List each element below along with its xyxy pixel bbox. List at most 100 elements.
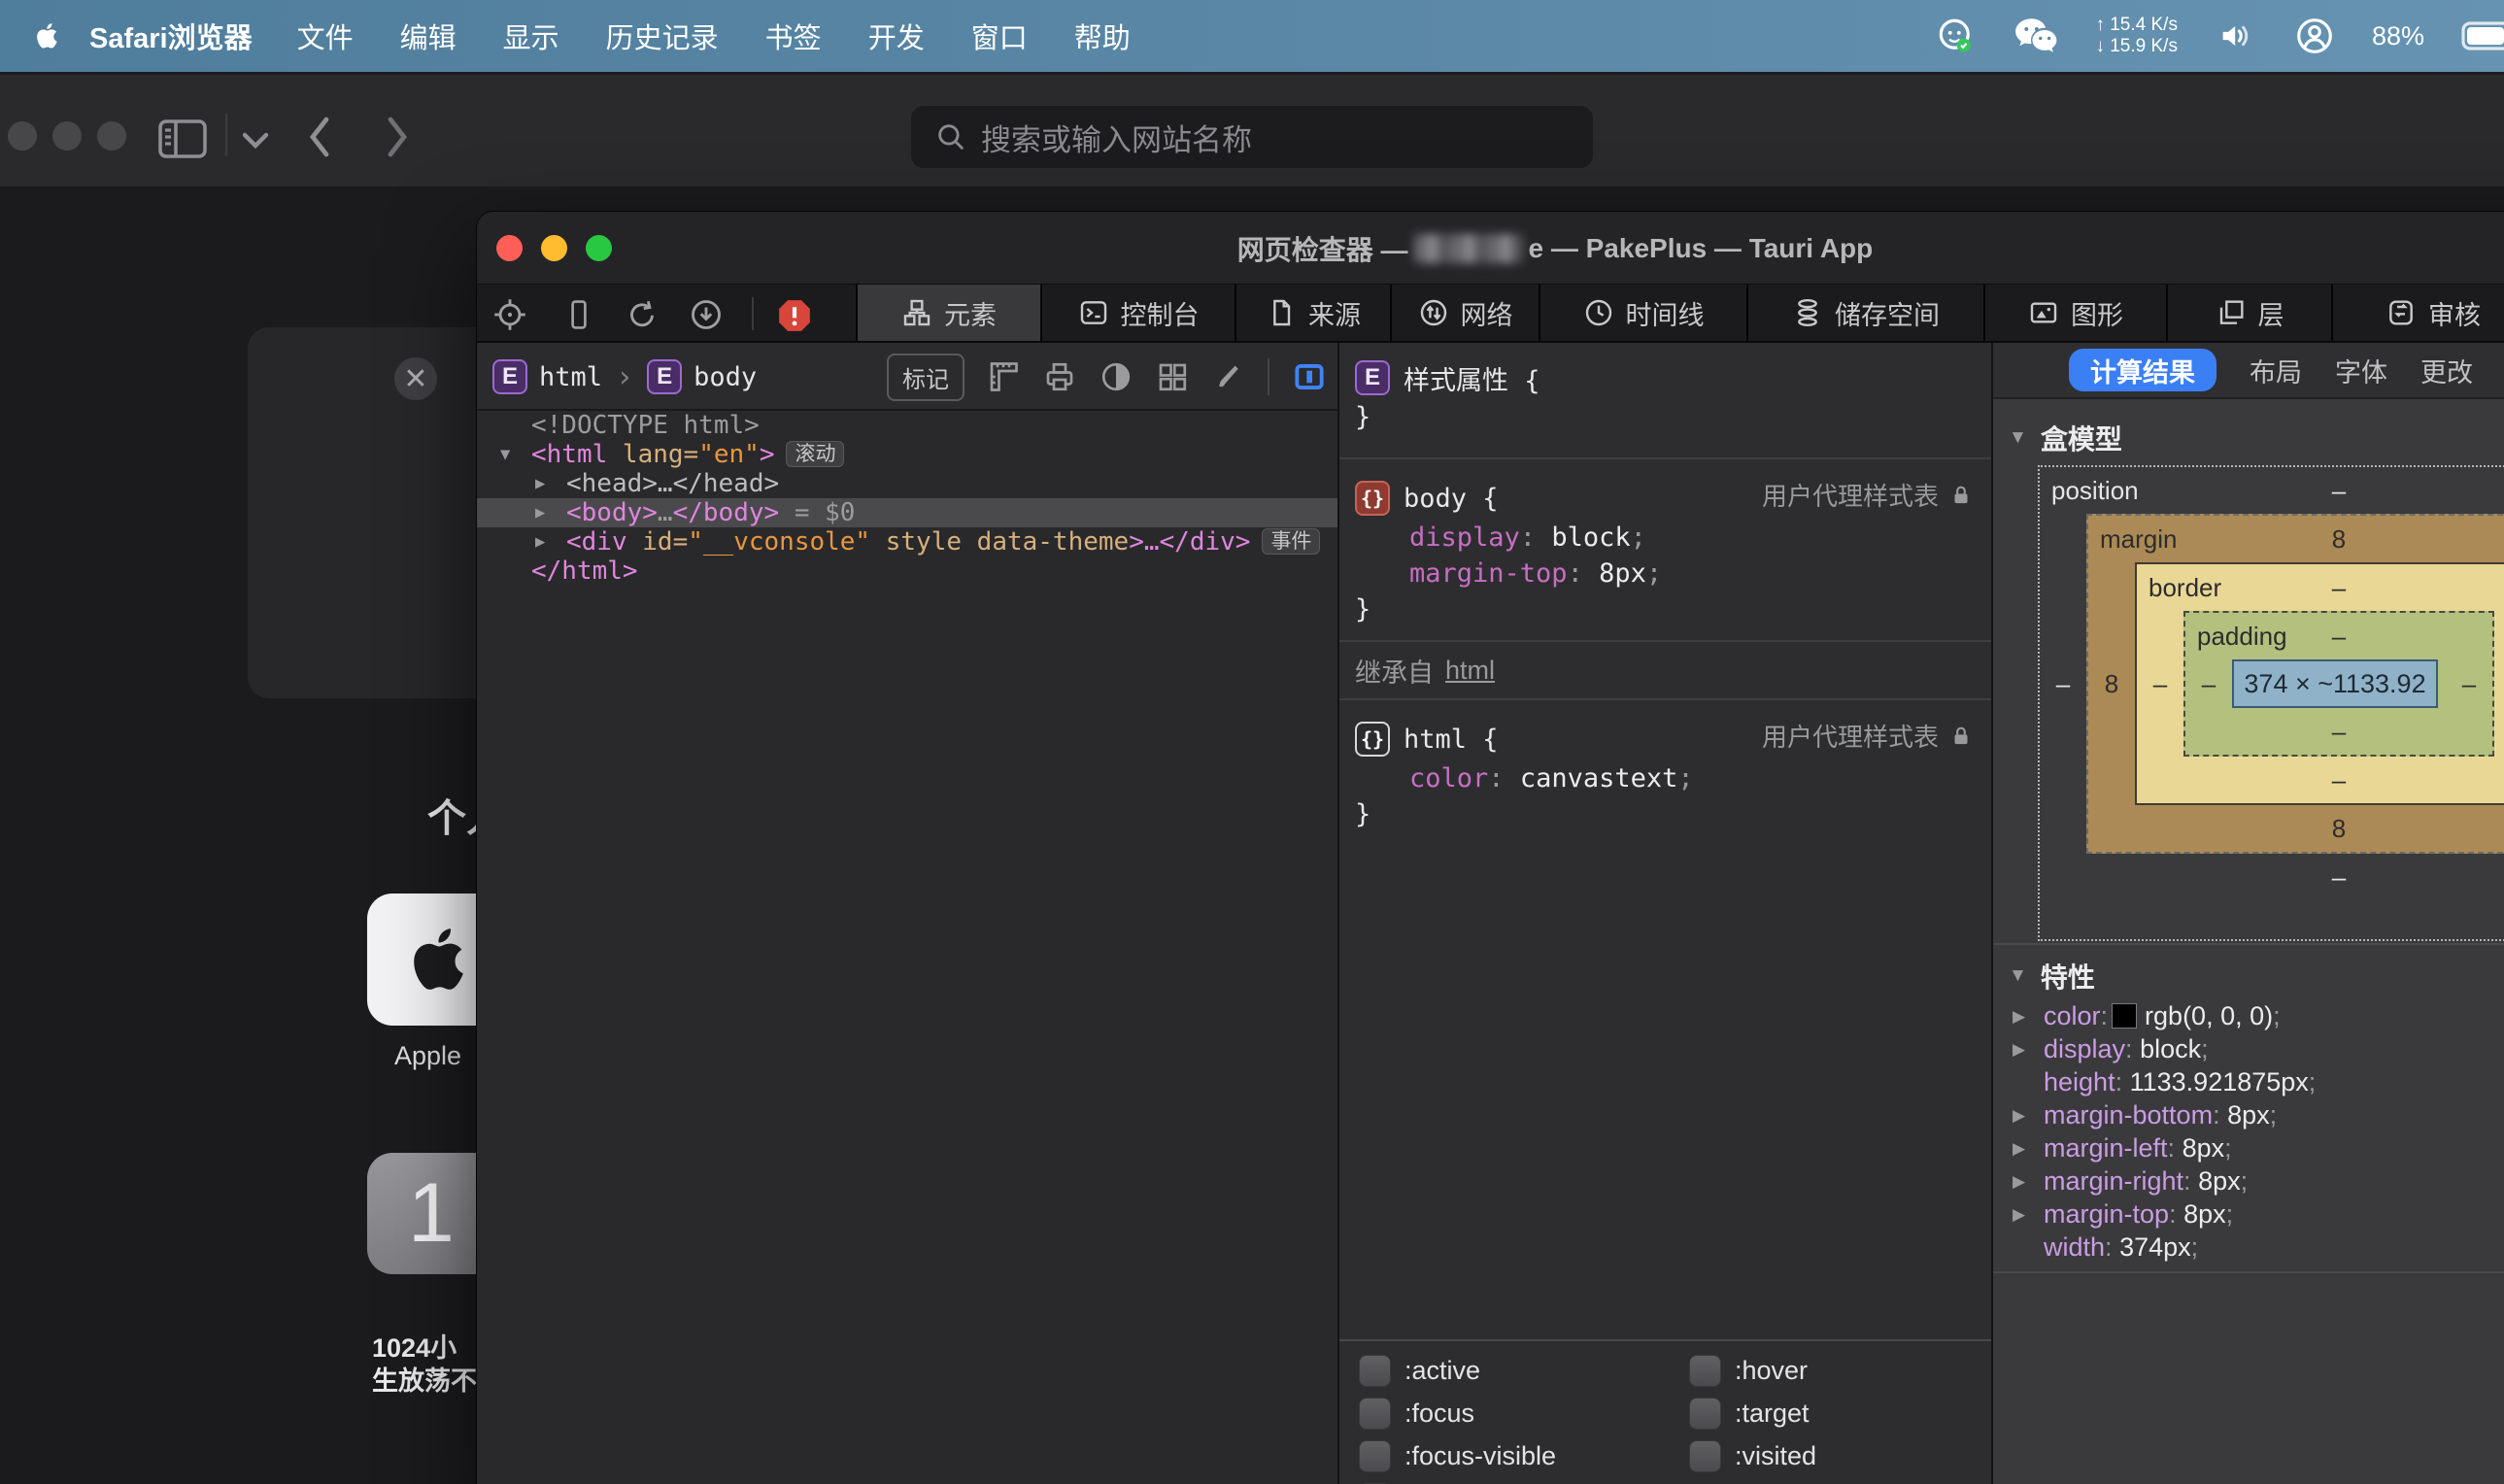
element-picker-icon[interactable] xyxy=(492,297,527,332)
menu-file[interactable]: 文件 xyxy=(297,16,354,56)
menu-history[interactable]: 历史记录 xyxy=(606,16,719,56)
pseudo-focus-within[interactable]: :focus-within xyxy=(1359,1477,1689,1484)
print-styles-icon[interactable] xyxy=(1042,359,1077,394)
box-model-section-header[interactable]: ▼ 盒模型 xyxy=(1993,399,2504,457)
checkbox[interactable] xyxy=(1359,1440,1391,1472)
apple-logo-icon[interactable] xyxy=(33,19,62,52)
dom-row-body-selected[interactable]: ▶ <body>…</body> = $0 xyxy=(477,498,1337,527)
rule-html[interactable]: {} html { 用户代理样式表 color: canvastext; } xyxy=(1339,700,1991,846)
pseudo-hover[interactable]: :hover xyxy=(1689,1349,1991,1392)
inspector-titlebar[interactable]: 网页检查器 — e — PakePlus — Tauri App xyxy=(477,212,2504,285)
pseudo-active[interactable]: :active xyxy=(1359,1349,1689,1392)
menu-develop[interactable]: 开发 xyxy=(868,16,925,56)
download-icon[interactable] xyxy=(689,297,724,332)
apple-app-card[interactable] xyxy=(367,894,476,1026)
device-icon[interactable] xyxy=(562,297,595,332)
wechat-icon[interactable] xyxy=(2013,17,2058,55)
details-sidebar-toggle-icon[interactable] xyxy=(1291,358,1328,395)
pseudo-visited[interactable]: :visited xyxy=(1689,1434,1991,1477)
user-account-icon[interactable] xyxy=(2294,16,2335,56)
dom-row-doctype[interactable]: <!DOCTYPE html> xyxy=(477,411,1337,440)
menu-help[interactable]: 帮助 xyxy=(1074,16,1131,56)
breadcrumb-body[interactable]: body xyxy=(694,362,757,392)
computed-prop-margin-top[interactable]: ▶margin-top: 8px; xyxy=(1993,1197,2504,1231)
checkbox[interactable] xyxy=(1359,1355,1391,1387)
computed-prop-margin-bottom[interactable]: ▶margin-bottom: 8px; xyxy=(1993,1098,2504,1131)
pseudo-focus-visible[interactable]: :focus-visible xyxy=(1359,1434,1689,1477)
tab-changes[interactable]: 更改 xyxy=(2420,352,2473,389)
menu-window[interactable]: 窗口 xyxy=(971,16,1028,56)
dom-row-head[interactable]: ▶ <head>…</head> xyxy=(477,469,1337,498)
tab-storage[interactable]: 储存空间 xyxy=(1746,285,1983,341)
css-declaration[interactable]: color: canvastext; xyxy=(1355,760,1991,796)
box-model-content[interactable]: 374 × ~1133.92 xyxy=(2232,659,2438,708)
sidebar-toggle-icon[interactable] xyxy=(157,118,208,160)
tab-graphics[interactable]: 图形 xyxy=(1983,285,2166,341)
box-model-padding[interactable]: padding – – – – 374 × ~1133.92 xyxy=(2183,611,2494,757)
pseudo-focus[interactable]: :focus xyxy=(1359,1392,1689,1434)
sidebar-chevron-down-icon[interactable] xyxy=(239,129,272,151)
box-model-margin[interactable]: margin 8 8 8 8 border – – xyxy=(2086,514,2504,854)
box-model-position[interactable]: position – – – – margin 8 8 8 8 xyxy=(2038,465,2504,941)
computed-prop-margin-left[interactable]: ▶margin-left: 8px; xyxy=(1993,1131,2504,1164)
css-declaration[interactable]: display: block; xyxy=(1355,520,1991,556)
dom-row-html[interactable]: ▼ <html lang="en">滚动 xyxy=(477,440,1337,469)
tab-console[interactable]: 控制台 xyxy=(1040,285,1235,341)
style-attribute-section[interactable]: E 样式属性 { } xyxy=(1339,343,1991,459)
color-swatch[interactable] xyxy=(2112,1003,2137,1029)
properties-section-header[interactable]: ▼ 特性 xyxy=(1993,951,2504,995)
css-declaration[interactable]: margin-top: 8px; xyxy=(1355,556,1991,591)
tab-font[interactable]: 字体 xyxy=(2335,352,2387,389)
tab-network[interactable]: 网络 xyxy=(1390,285,1539,341)
computed-prop-height[interactable]: height: 1133.921875px; xyxy=(1993,1065,2504,1098)
collapsed-triangle-icon[interactable]: ▶ xyxy=(535,527,545,556)
menu-edit[interactable]: 编辑 xyxy=(400,16,457,56)
checkbox[interactable] xyxy=(1689,1355,1721,1387)
inherited-html-link[interactable]: html xyxy=(1445,656,1495,686)
tab-computed[interactable]: 计算结果 xyxy=(2069,349,2216,391)
tab-elements[interactable]: 元素 xyxy=(856,285,1040,341)
collapsed-triangle-icon[interactable]: ▶ xyxy=(535,498,545,527)
collapsed-triangle-icon[interactable]: ▶ xyxy=(535,469,545,498)
box-model-border[interactable]: border – – – – padding – xyxy=(2135,562,2504,805)
network-speed-indicator[interactable]: ↑ 15.4 K/s ↓ 15.9 K/s xyxy=(2095,15,2178,57)
rule-body[interactable]: {} body { 用户代理样式表 display: block; margin… xyxy=(1339,459,1991,642)
volume-icon[interactable] xyxy=(2215,17,2257,55)
scroll-badge[interactable]: 滚动 xyxy=(786,441,844,467)
tab-layout[interactable]: 布局 xyxy=(2250,352,2302,389)
tab-timelines[interactable]: 时间线 xyxy=(1539,285,1746,341)
events-badge[interactable]: 事件 xyxy=(1262,528,1320,555)
computed-prop-margin-right[interactable]: ▶margin-right: 8px; xyxy=(1993,1164,2504,1197)
tab-sources[interactable]: 来源 xyxy=(1235,285,1390,341)
menu-view[interactable]: 显示 xyxy=(503,16,559,56)
window-minimize-button[interactable] xyxy=(52,121,82,151)
computed-prop-display[interactable]: ▶display: block; xyxy=(1993,1032,2504,1065)
issues-badge-icon[interactable] xyxy=(776,297,813,334)
window-close-button[interactable] xyxy=(8,121,37,151)
chat-app-icon[interactable] xyxy=(1936,16,1977,56)
dom-row-html-end[interactable]: </html> xyxy=(477,556,1337,586)
tab-layers[interactable]: 层 xyxy=(2166,285,2331,341)
paintbrush-icon[interactable] xyxy=(1211,359,1246,394)
computed-prop-color[interactable]: ▶color:rgb(0, 0, 0); xyxy=(1993,999,2504,1032)
back-button[interactable] xyxy=(303,112,336,162)
number-app-card[interactable]: 1 xyxy=(367,1153,476,1274)
dom-row-vconsole-div[interactable]: ▶ <div id="__vconsole" style data-theme>… xyxy=(477,527,1337,556)
menu-bookmarks[interactable]: 书签 xyxy=(765,16,822,56)
grid-overlay-icon[interactable] xyxy=(1155,359,1190,394)
menu-app-name[interactable]: Safari浏览器 xyxy=(89,16,253,56)
appearance-toggle-icon[interactable] xyxy=(1099,359,1134,394)
close-icon[interactable]: ✕ xyxy=(394,357,437,400)
tab-audit[interactable]: 审核 xyxy=(2331,285,2504,341)
computed-prop-width[interactable]: width: 374px; xyxy=(1993,1231,2504,1264)
pseudo-target[interactable]: :target xyxy=(1689,1392,1991,1434)
checkbox[interactable] xyxy=(1359,1398,1391,1430)
checkbox[interactable] xyxy=(1689,1398,1721,1430)
ruler-icon[interactable] xyxy=(986,359,1021,394)
reload-icon[interactable] xyxy=(625,297,660,332)
breadcrumb-html[interactable]: html xyxy=(539,362,602,392)
address-search-field[interactable]: 搜索或输入网站名称 xyxy=(911,106,1593,168)
checkbox[interactable] xyxy=(1689,1440,1721,1472)
window-zoom-button[interactable] xyxy=(97,121,126,151)
forward-button[interactable] xyxy=(381,112,414,162)
